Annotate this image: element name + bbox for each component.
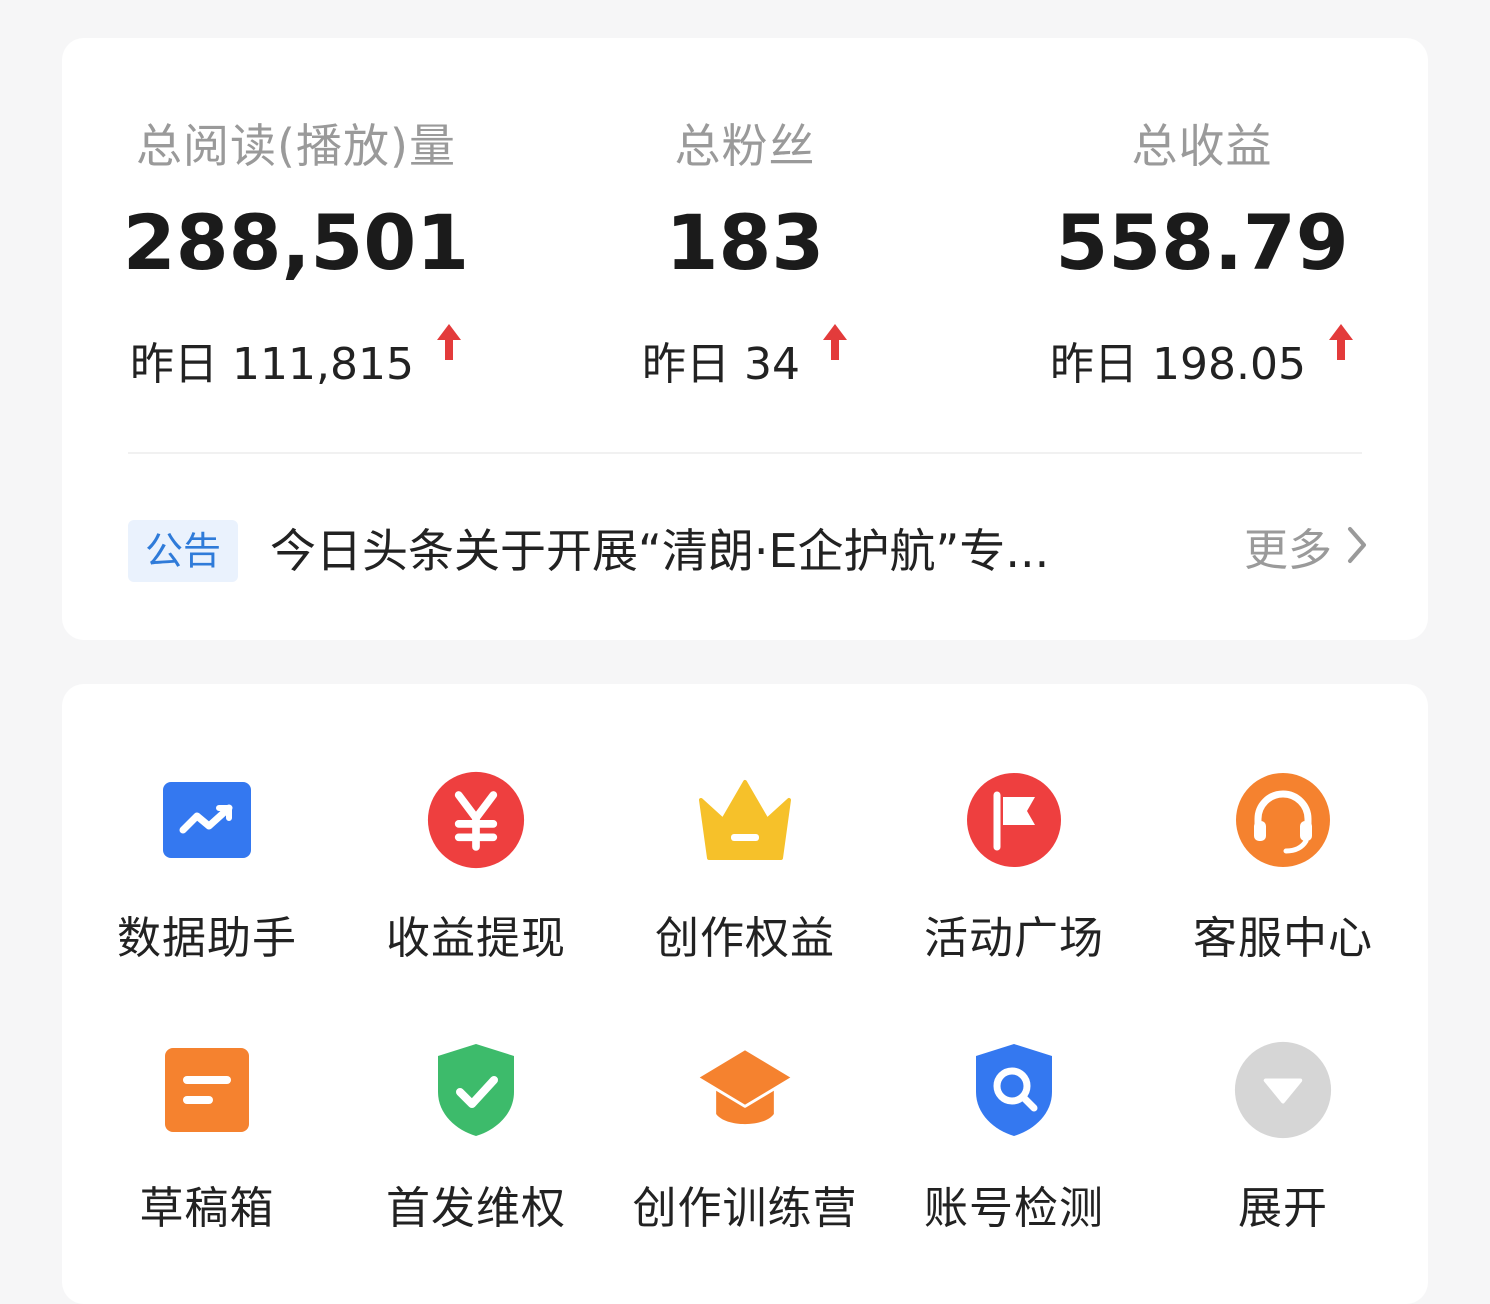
announcement-bar[interactable]: 公告 今日头条关于开展“清朗·E企护航”专... 更多 — [128, 518, 1368, 584]
stat-yesterday-text: 昨日 34 — [642, 339, 800, 390]
tool-original-protection[interactable]: 首发维权 — [341, 1040, 611, 1270]
divider — [128, 452, 1362, 454]
tool-data-assistant[interactable]: 数据助手 — [72, 770, 342, 1000]
arrow-up-icon — [1328, 322, 1354, 373]
stat-label: 总收益 — [1131, 119, 1273, 173]
stat-label: 总粉丝 — [674, 119, 816, 173]
flag-icon — [964, 770, 1064, 870]
expand-icon — [1233, 1040, 1333, 1140]
more-link[interactable]: 更多 — [1244, 518, 1368, 584]
tool-label: 收益提现 — [386, 913, 566, 964]
yuan-icon — [426, 770, 526, 870]
shield-check-icon — [426, 1040, 526, 1140]
stat-value: 558.79 — [1055, 198, 1349, 287]
tool-label: 客服中心 — [1193, 913, 1373, 964]
headset-icon — [1233, 770, 1333, 870]
tool-label: 草稿箱 — [139, 1183, 275, 1234]
stat-yesterday-text: 昨日 111,815 — [130, 339, 414, 390]
tool-account-check[interactable]: 账号检测 — [879, 1040, 1149, 1270]
tool-label: 首发维权 — [386, 1183, 566, 1234]
tool-label: 账号检测 — [924, 1183, 1104, 1234]
tool-label: 创作训练营 — [632, 1183, 858, 1234]
announcement-badge: 公告 — [128, 520, 238, 582]
tool-label: 活动广场 — [924, 913, 1104, 964]
tools-card: 数据助手 收益提现 创作权益 活动广场 客服中心 草稿箱 首发维权 创作训练营 … — [62, 684, 1428, 1304]
stat-value: 288,501 — [122, 198, 470, 287]
stat-yesterday: 昨日 198.05 — [992, 324, 1412, 392]
tool-label: 数据助手 — [117, 913, 297, 964]
stat-value: 183 — [665, 198, 825, 287]
tool-label: 展开 — [1238, 1183, 1328, 1234]
crown-icon — [695, 770, 795, 870]
stat-yesterday: 昨日 34 — [540, 324, 950, 392]
announcement-text[interactable]: 今日头条关于开展“清朗·E企护航”专... — [270, 518, 1170, 584]
stat-label: 总阅读(播放)量 — [136, 119, 456, 173]
chevron-right-icon — [1346, 518, 1368, 584]
tool-creator-camp[interactable]: 创作训练营 — [610, 1040, 880, 1270]
draft-icon — [157, 1040, 257, 1140]
tool-activity-plaza[interactable]: 活动广场 — [879, 770, 1149, 1000]
tool-customer-service[interactable]: 客服中心 — [1148, 770, 1418, 1000]
tool-earnings-withdraw[interactable]: 收益提现 — [341, 770, 611, 1000]
stat-yesterday: 昨日 111,815 — [86, 324, 506, 392]
stat-yesterday-text: 昨日 198.05 — [1050, 339, 1306, 390]
graduation-cap-icon — [695, 1040, 795, 1140]
stats-card: 总阅读(播放)量 288,501 昨日 111,815 总粉丝 183 昨日 3… — [62, 38, 1428, 640]
chart-icon — [157, 770, 257, 870]
arrow-up-icon — [822, 322, 848, 373]
search-shield-icon — [964, 1040, 1064, 1140]
tool-expand[interactable]: 展开 — [1148, 1040, 1418, 1270]
tool-label: 创作权益 — [655, 913, 835, 964]
tool-creator-benefits[interactable]: 创作权益 — [610, 770, 880, 1000]
more-label: 更多 — [1244, 525, 1332, 576]
tool-drafts[interactable]: 草稿箱 — [72, 1040, 342, 1270]
arrow-up-icon — [436, 322, 462, 373]
